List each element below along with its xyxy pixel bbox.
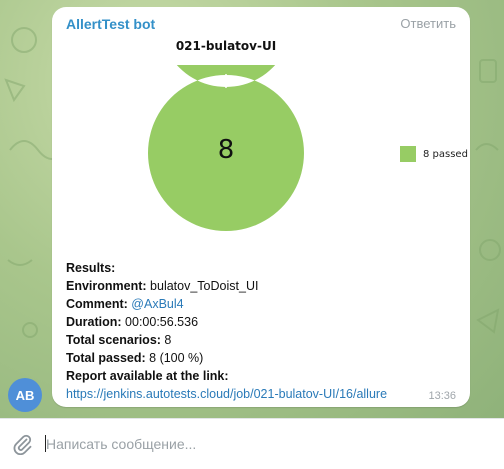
environment-label: Environment: xyxy=(66,279,147,293)
paperclip-icon[interactable] xyxy=(12,433,32,455)
report-text: Results: Environment: bulatov_ToDoist_UI… xyxy=(66,259,387,403)
reply-button[interactable]: Ответить xyxy=(400,16,456,31)
report-link[interactable]: https://jenkins.autotests.cloud/job/021-… xyxy=(66,387,387,401)
message-input[interactable] xyxy=(46,430,486,458)
chart-title: 021-bulatov-UI xyxy=(175,39,277,53)
environment-value: bulatov_ToDoist_UI xyxy=(150,279,259,293)
bot-avatar[interactable]: AB xyxy=(8,378,42,412)
duration-value: 00:00:56.536 xyxy=(125,315,199,329)
passed-line: Total passed: 8 (100 %) xyxy=(66,349,387,367)
duration-line: Duration: 00:00:56.536 xyxy=(66,313,387,331)
sender-name[interactable]: AllertTest bot xyxy=(66,16,155,32)
message-composer xyxy=(0,418,504,469)
link-label-line: Report available at the link: xyxy=(66,367,387,385)
scenarios-value: 8 xyxy=(164,333,172,347)
comment-line: Comment: @AxBul4 xyxy=(66,295,387,313)
results-label: Results: xyxy=(66,261,116,275)
passed-label: Total passed: xyxy=(66,351,146,365)
results-line: Results: xyxy=(66,259,387,277)
link-label: Report available at the link: xyxy=(66,369,229,383)
environment-line: Environment: bulatov_ToDoist_UI xyxy=(66,277,387,295)
message-bubble: AllertTest bot Ответить 021-bulatov-UI 8… xyxy=(52,7,470,407)
message-time: 13:36 xyxy=(428,390,456,402)
chart-legend: 8 passed xyxy=(400,146,468,162)
legend-label-passed: 8 passed xyxy=(423,148,468,160)
passed-value: 8 (100 %) xyxy=(149,351,204,365)
link-line: https://jenkins.autotests.cloud/job/021-… xyxy=(66,385,387,403)
duration-label: Duration: xyxy=(66,315,122,329)
comment-label: Comment: xyxy=(66,297,128,311)
mention-link[interactable]: @AxBul4 xyxy=(131,297,183,311)
legend-swatch-passed xyxy=(400,146,416,162)
scenarios-label: Total scenarios: xyxy=(66,333,161,347)
scenarios-line: Total scenarios: 8 xyxy=(66,331,387,349)
chart-center-value: 8 xyxy=(217,135,235,165)
